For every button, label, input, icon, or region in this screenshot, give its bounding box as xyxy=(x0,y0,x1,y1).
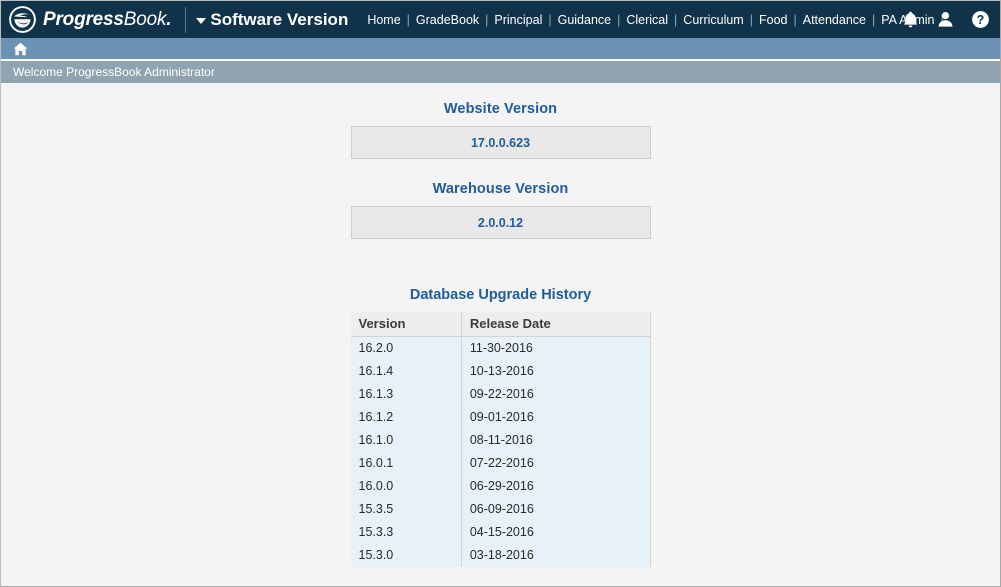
cell-version: 15.3.3 xyxy=(350,521,462,544)
table-head: Version Release Date xyxy=(350,312,651,337)
menu-item-attendance[interactable]: Attendance xyxy=(798,13,871,27)
table-row: 16.1.4 10-13-2016 xyxy=(350,360,651,383)
cell-version: 16.1.4 xyxy=(350,360,462,383)
cell-release-date: 10-13-2016 xyxy=(461,360,651,383)
welcome-message: Welcome ProgressBook Administrator xyxy=(13,65,215,79)
top-navigation-bar: ProgressBook. Software Version Home | Gr… xyxy=(1,1,1000,38)
table-row: 16.1.0 08-11-2016 xyxy=(350,429,651,452)
table-row: 15.3.5 06-09-2016 xyxy=(350,498,651,521)
svg-text:?: ? xyxy=(977,13,985,27)
website-version-value: 17.0.0.623 xyxy=(470,135,531,150)
brand-name-dot: . xyxy=(166,8,172,30)
main-menu: Home | GradeBook | Principal | Guidance … xyxy=(362,13,944,27)
brand-divider xyxy=(185,6,187,33)
table-row: 16.1.3 09-22-2016 xyxy=(350,383,651,406)
menu-item-gradebook[interactable]: GradeBook xyxy=(411,13,484,27)
website-version-title: Website Version xyxy=(443,101,558,117)
main-content: Website Version 17.0.0.623 Warehouse Ver… xyxy=(1,83,1000,586)
brand-logo-area[interactable]: ProgressBook. xyxy=(9,6,183,33)
column-header-version[interactable]: Version xyxy=(350,312,462,337)
cell-version: 15.3.5 xyxy=(350,498,462,521)
menu-item-curriculum[interactable]: Curriculum xyxy=(678,13,748,27)
application-window: ProgressBook. Software Version Home | Gr… xyxy=(0,0,1001,587)
cell-version: 16.1.2 xyxy=(350,406,462,429)
progressbook-logo-icon xyxy=(9,6,36,33)
database-upgrade-history-title: Database Upgrade History xyxy=(409,287,592,303)
sub-navigation-bar xyxy=(1,38,1000,61)
brand-name-light: Book xyxy=(123,8,167,30)
cell-release-date: 09-01-2016 xyxy=(461,406,651,429)
module-title-label: Software Version xyxy=(210,9,349,29)
table-row: 16.1.2 09-01-2016 xyxy=(350,406,651,429)
database-upgrade-history-table-wrapper: Version Release Date 16.2.0 11-30-2016 16.… xyxy=(350,312,651,567)
cell-release-date: 03-18-2016 xyxy=(461,544,651,567)
cell-version: 16.1.3 xyxy=(350,383,462,406)
column-header-release-date[interactable]: Release Date xyxy=(461,312,651,337)
bell-icon[interactable] xyxy=(901,10,920,29)
menu-item-principal[interactable]: Principal xyxy=(489,13,547,27)
table-body: 16.2.0 11-30-2016 16.1.4 10-13-2016 16.1.3 09… xyxy=(350,336,651,567)
menu-item-clerical[interactable]: Clerical xyxy=(621,13,673,27)
table-row: 16.0.1 07-22-2016 xyxy=(350,452,651,475)
table-row: 16.0.0 06-29-2016 xyxy=(350,475,651,498)
cell-release-date: 06-09-2016 xyxy=(461,498,651,521)
user-icon[interactable] xyxy=(936,10,955,29)
caret-down-icon xyxy=(196,18,207,24)
table-row: 15.3.3 04-15-2016 xyxy=(350,521,651,544)
menu-item-home[interactable]: Home xyxy=(362,13,405,27)
cell-version: 16.0.0 xyxy=(350,475,462,498)
module-title-dropdown[interactable]: Software Version xyxy=(196,10,348,30)
help-icon[interactable]: ? xyxy=(971,10,990,29)
website-version-box: 17.0.0.623 xyxy=(350,126,651,159)
cell-release-date: 09-22-2016 xyxy=(461,383,651,406)
cell-release-date: 08-11-2016 xyxy=(461,429,651,452)
top-navigation-icons: ? xyxy=(901,1,990,38)
cell-version: 15.3.0 xyxy=(350,544,462,567)
table-row: 16.2.0 11-30-2016 xyxy=(350,336,651,360)
cell-release-date: 11-30-2016 xyxy=(461,336,651,360)
warehouse-version-title: Warehouse Version xyxy=(432,181,569,197)
home-icon[interactable] xyxy=(13,42,28,56)
table-row: 15.3.0 03-18-2016 xyxy=(350,544,651,567)
table-header-row: Version Release Date xyxy=(350,312,651,337)
warehouse-version-value: 2.0.0.12 xyxy=(477,215,524,230)
cell-version: 16.0.1 xyxy=(350,452,462,475)
welcome-bar: Welcome ProgressBook Administrator xyxy=(1,61,1000,83)
cell-release-date: 07-22-2016 xyxy=(461,452,651,475)
cell-release-date: 06-29-2016 xyxy=(461,475,651,498)
cell-version: 16.2.0 xyxy=(350,336,462,360)
brand-name-bold: Progress xyxy=(43,8,124,30)
cell-release-date: 04-15-2016 xyxy=(461,521,651,544)
warehouse-version-box: 2.0.0.12 xyxy=(350,206,651,239)
brand-name: ProgressBook. xyxy=(43,8,172,31)
menu-item-food[interactable]: Food xyxy=(754,13,793,27)
menu-item-guidance[interactable]: Guidance xyxy=(553,13,617,27)
cell-version: 16.1.0 xyxy=(350,429,462,452)
database-upgrade-history-table: Version Release Date 16.2.0 11-30-2016 16.… xyxy=(350,312,651,567)
